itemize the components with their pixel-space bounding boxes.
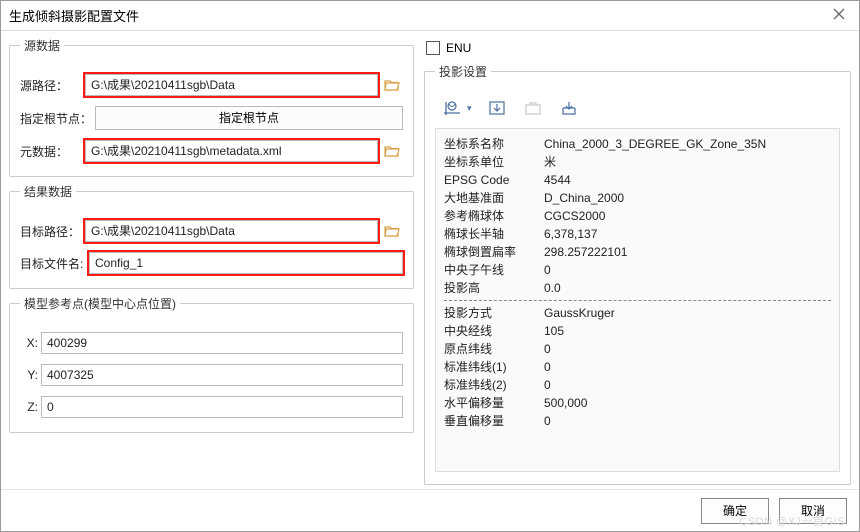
property-key: 坐标系名称: [444, 135, 544, 153]
property-key: 大地基准面: [444, 189, 544, 207]
import-projection-icon[interactable]: [486, 98, 508, 118]
source-path-label: 源路径：: [20, 77, 82, 94]
property-row: 标准纬线(2)0: [444, 376, 831, 394]
property-key: EPSG Code: [444, 171, 544, 189]
projection-properties: 坐标系名称China_2000_3_DEGREE_GK_Zone_35N坐标系单…: [435, 128, 840, 472]
dialog-title: 生成倾斜摄影配置文件: [9, 6, 827, 25]
property-value: 米: [544, 153, 831, 171]
close-icon[interactable]: [827, 8, 851, 23]
target-file-label: 目标文件名:: [20, 255, 86, 272]
titlebar: 生成倾斜摄影配置文件: [1, 1, 859, 31]
property-value: 0: [544, 358, 831, 376]
property-row: 参考椭球体CGCS2000: [444, 207, 831, 225]
property-key: 中央子午线: [444, 261, 544, 279]
property-key: 标准纬线(1): [444, 358, 544, 376]
root-node-label: 指定根节点：: [20, 110, 92, 127]
group-projection: 投影设置 ▾ 坐标系名: [424, 63, 851, 485]
metadata-label: 元数据：: [20, 143, 82, 160]
group-result-legend: 结果数据: [20, 183, 76, 200]
property-value: 4544: [544, 171, 831, 189]
property-value: 298.257222101: [544, 243, 831, 261]
property-value: 105: [544, 322, 831, 340]
folder-open-icon[interactable]: [381, 220, 403, 242]
property-value: 0: [544, 340, 831, 358]
property-value: 0: [544, 412, 831, 430]
chevron-down-icon[interactable]: ▾: [467, 103, 472, 114]
target-file-input[interactable]: Config_1: [89, 252, 403, 274]
property-row: 坐标系单位米: [444, 153, 831, 171]
property-value: 6,378,137: [544, 225, 831, 243]
property-key: 投影高: [444, 279, 544, 297]
property-row: 中央子午线0: [444, 261, 831, 279]
group-projection-legend: 投影设置: [435, 63, 491, 80]
group-source: 源数据 源路径： G:\成果\20210411sgb\Data 指定根节点： 指…: [9, 37, 414, 177]
property-row: 投影高0.0: [444, 279, 831, 297]
enu-checkbox[interactable]: [426, 41, 440, 55]
x-input[interactable]: 400299: [41, 332, 403, 354]
y-label: Y:: [20, 368, 38, 382]
cancel-button[interactable]: 取消: [779, 498, 847, 524]
property-value: 0.0: [544, 279, 831, 297]
property-value: 0: [544, 261, 831, 279]
property-value: China_2000_3_DEGREE_GK_Zone_35N: [544, 135, 831, 153]
property-key: 垂直偏移量: [444, 412, 544, 430]
projection-toolbar: ▾: [435, 90, 840, 128]
coordinate-system-icon[interactable]: [441, 98, 463, 118]
property-row: 椭球倒置扁率298.257222101: [444, 243, 831, 261]
x-label: X:: [20, 336, 38, 350]
property-row: 水平偏移量500,000: [444, 394, 831, 412]
folder-open-icon[interactable]: [381, 74, 403, 96]
property-row: 坐标系名称China_2000_3_DEGREE_GK_Zone_35N: [444, 135, 831, 153]
z-label: Z:: [20, 400, 38, 414]
property-key: 椭球长半轴: [444, 225, 544, 243]
property-key: 坐标系单位: [444, 153, 544, 171]
dialog-window: 生成倾斜摄影配置文件 源数据 源路径： G:\成果\20210411sgb\Da…: [0, 0, 860, 532]
property-key: 标准纬线(2): [444, 376, 544, 394]
folder-open-icon[interactable]: [381, 140, 403, 162]
property-row: 原点纬线0: [444, 340, 831, 358]
property-key: 中央经线: [444, 322, 544, 340]
y-input[interactable]: 4007325: [41, 364, 403, 386]
target-path-input[interactable]: G:\成果\20210411sgb\Data: [85, 220, 378, 242]
target-path-label: 目标路径：: [20, 223, 82, 240]
property-row: 中央经线105: [444, 322, 831, 340]
metadata-input[interactable]: G:\成果\20210411sgb\metadata.xml: [85, 140, 378, 162]
property-value: 500,000: [544, 394, 831, 412]
divider: [444, 300, 831, 301]
property-value: GaussKruger: [544, 304, 831, 322]
property-row: 椭球长半轴6,378,137: [444, 225, 831, 243]
export-projection-icon: [522, 98, 544, 118]
group-reference: 模型参考点(模型中心点位置) X: 400299 Y: 4007325 Z: 0: [9, 295, 414, 433]
group-source-legend: 源数据: [20, 37, 64, 54]
z-input[interactable]: 0: [41, 396, 403, 418]
group-result: 结果数据 目标路径： G:\成果\20210411sgb\Data 目标文件名:…: [9, 183, 414, 289]
dialog-footer: 确定 取消: [1, 489, 859, 531]
enu-label: ENU: [446, 41, 471, 55]
property-key: 参考椭球体: [444, 207, 544, 225]
property-row: 大地基准面D_China_2000: [444, 189, 831, 207]
property-key: 原点纬线: [444, 340, 544, 358]
property-key: 水平偏移量: [444, 394, 544, 412]
property-key: 椭球倒置扁率: [444, 243, 544, 261]
property-row: 垂直偏移量0: [444, 412, 831, 430]
property-row: EPSG Code4544: [444, 171, 831, 189]
property-value: 0: [544, 376, 831, 394]
save-projection-icon[interactable]: [558, 98, 580, 118]
property-row: 投影方式GaussKruger: [444, 304, 831, 322]
property-key: 投影方式: [444, 304, 544, 322]
group-reference-legend: 模型参考点(模型中心点位置): [20, 295, 180, 312]
property-row: 标准纬线(1)0: [444, 358, 831, 376]
property-value: D_China_2000: [544, 189, 831, 207]
specify-root-button[interactable]: 指定根节点: [95, 106, 403, 130]
property-value: CGCS2000: [544, 207, 831, 225]
source-path-input[interactable]: G:\成果\20210411sgb\Data: [85, 74, 378, 96]
ok-button[interactable]: 确定: [701, 498, 769, 524]
